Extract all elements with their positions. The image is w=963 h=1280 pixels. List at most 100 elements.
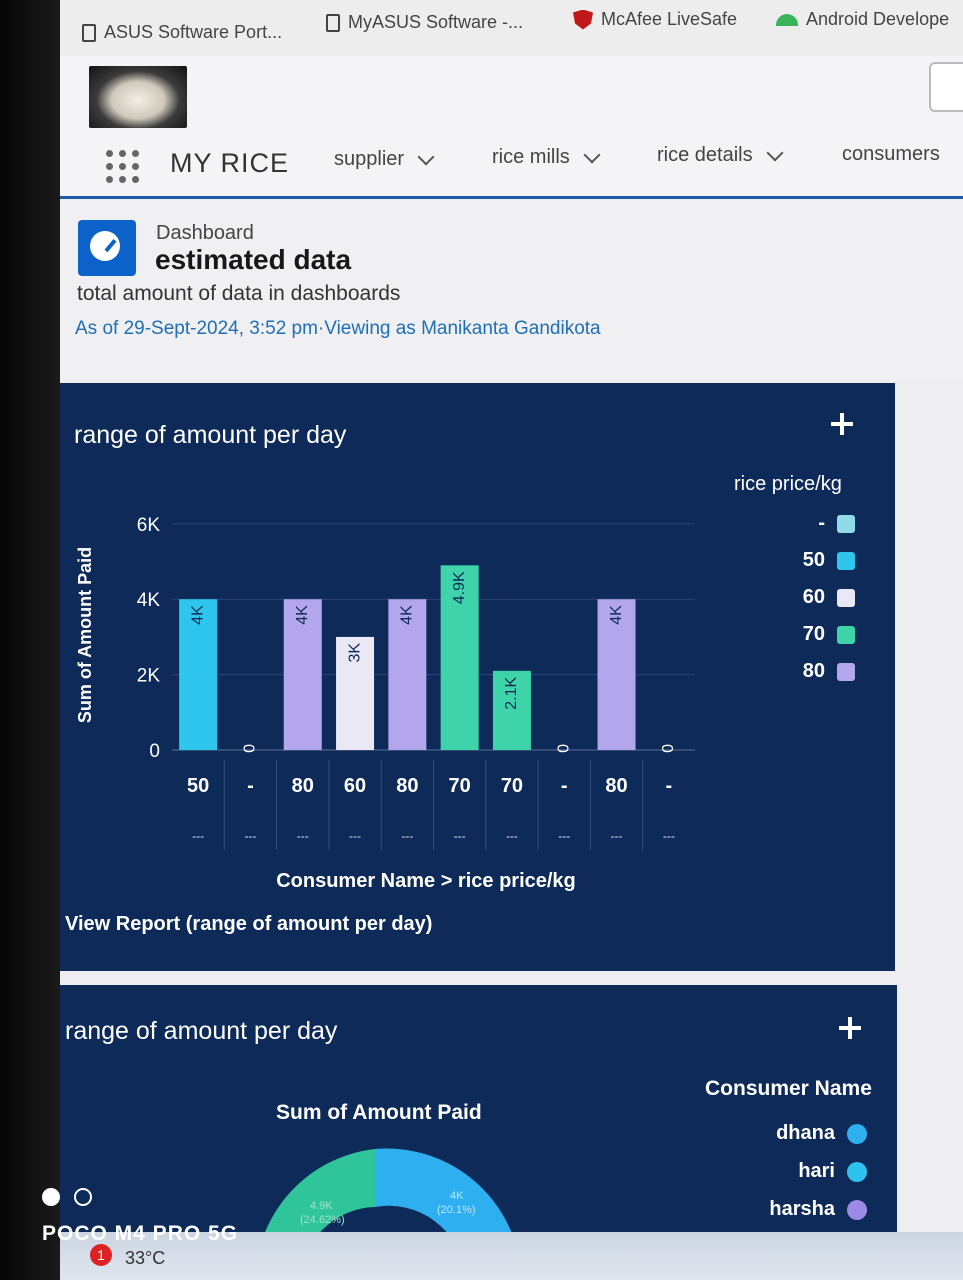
y-tick-label: 6K [137,515,161,536]
breadcrumb[interactable]: Dashboard [156,222,254,245]
x-sub-tick-label: --- [454,829,466,843]
page-header: Dashboard estimated data total amount of… [60,200,963,380]
x-tick-label: 70 [449,775,471,797]
page-title: estimated data [155,244,352,275]
legend-title: rice price/kg [734,473,842,495]
bar-data-label: 0 [242,744,259,753]
nav-item-rice-details[interactable]: rice details [657,144,784,167]
legend-swatch [847,1123,867,1144]
x-sub-tick-label: --- [192,829,204,843]
camera-indicator-ring [74,1188,92,1206]
x-sub-tick-label: --- [401,829,413,843]
header-action-button[interactable] [929,62,963,112]
app-navigation: MY RICE supplier rice mills rice details… [60,140,963,190]
mcafee-shield-icon [573,9,593,30]
chevron-down-icon[interactable] [766,144,784,161]
x-sub-tick-label: --- [297,829,309,843]
nav-underline [60,196,963,199]
app-name: MY RICE [170,148,290,178]
bar-chart-widget: range of amount per day Sum of Amount Pa… [60,383,895,971]
nav-item-supplier[interactable]: supplier [334,148,435,171]
donut-slice-2-percent: (20.1%) [437,1204,476,1216]
donut-slice-2-value: 4K [450,1190,464,1202]
legend-swatch [847,1199,867,1220]
dashboard-icon [78,220,136,276]
legend-swatch [837,625,855,644]
bar-data-label: 4K [294,605,311,625]
x-tick-label: - [561,775,568,797]
legend-label: 70 [802,623,825,645]
x-tick-label: - [247,775,254,797]
legend-label: 60 [802,586,825,608]
legend-swatch [837,551,855,570]
y-tick-label: 0 [149,741,160,762]
y-axis-label: Sum of Amount Paid [75,547,95,723]
app-header: MY RICE supplier rice mills rice details… [60,56,963,196]
legend-item[interactable]: 70 [755,623,855,646]
y-tick-label: 4K [137,590,161,611]
bar-data-label: 4.9K [451,571,468,604]
bookmark-myasus-software[interactable]: MyASUS Software -... [326,12,523,33]
nav-item-rice-mills[interactable]: rice mills [492,146,601,169]
legend-label: 80 [802,660,825,682]
x-axis-label: Consumer Name > rice price/kg [276,870,576,892]
legend-swatch [837,588,855,607]
android-icon [776,13,798,26]
x-sub-tick-label: --- [558,829,570,843]
legend-item[interactable]: - [755,512,855,535]
legend-label: 50 [802,549,825,571]
legend-label: hari [798,1160,835,1182]
page-meta: As of 29-Sept-2024, 3:52 pm·Viewing as M… [75,318,601,339]
x-tick-label: 80 [292,775,314,797]
device-bezel [0,0,60,1280]
bookmarks-bar: ASUS Software Port... MyASUS Software -.… [60,0,963,56]
x-tick-label: 60 [344,775,366,797]
rice-logo-image [89,66,187,128]
bookmark-asus-software[interactable]: ASUS Software Port... [82,22,282,43]
bookmark-android-developer[interactable]: Android Develope [776,9,949,30]
legend-swatch [837,514,855,533]
chevron-down-icon[interactable] [583,146,601,163]
bookmark-mcafee[interactable]: McAfee LiveSafe [573,9,737,30]
widget-title: range of amount per day [65,1017,338,1045]
donut-slice-1-value: 4.9K [310,1200,333,1212]
widget-title: range of amount per day [74,421,347,449]
bar-data-label: 4K [608,605,625,625]
x-tick-label: 80 [605,775,627,797]
bar-data-label: 4K [399,605,416,625]
browser-screen: ASUS Software Port... MyASUS Software -.… [60,0,963,1280]
bar-data-label: 2.1K [503,677,520,710]
x-tick-label: 50 [187,775,209,797]
app-launcher-icon[interactable] [106,150,140,184]
legend-item[interactable]: 50 [755,549,855,572]
x-sub-tick-label: --- [506,829,518,843]
expand-icon[interactable] [839,1017,861,1039]
x-tick-label: - [666,775,673,797]
donut-slice-1-percent: (24.62%) [300,1214,345,1226]
page-description: total amount of data in dashboards [77,282,401,305]
bar-data-label: 3K [346,643,363,663]
legend-label: harsha [769,1198,835,1220]
bar-data-label: 4K [189,605,206,625]
x-sub-tick-label: --- [349,829,361,843]
camera-indicator-dot [42,1188,60,1206]
legend-item[interactable]: dhana [725,1122,867,1145]
legend-label: - [818,512,825,534]
x-sub-tick-label: --- [663,829,675,843]
x-sub-tick-label: --- [611,829,623,843]
legend-title: Consumer Name [705,1077,872,1100]
expand-icon[interactable] [831,413,853,435]
view-report-link[interactable]: View Report (range of amount per day) [65,913,432,936]
x-tick-label: 80 [396,775,418,797]
chevron-down-icon[interactable] [417,148,435,165]
phone-model-watermark: POCO M4 PRO 5G [42,1222,239,1245]
nav-item-consumers[interactable]: consumers [842,143,940,166]
page-icon [82,23,96,42]
page-icon [326,13,340,32]
bar-chart: Sum of Amount Paid Consumer Name > rice … [75,515,695,892]
legend-item[interactable]: 60 [755,586,855,609]
legend-item[interactable]: harsha [725,1198,867,1221]
legend-item[interactable]: hari [725,1160,867,1183]
x-sub-tick-label: --- [244,829,256,843]
legend-item[interactable]: 80 [755,660,855,683]
